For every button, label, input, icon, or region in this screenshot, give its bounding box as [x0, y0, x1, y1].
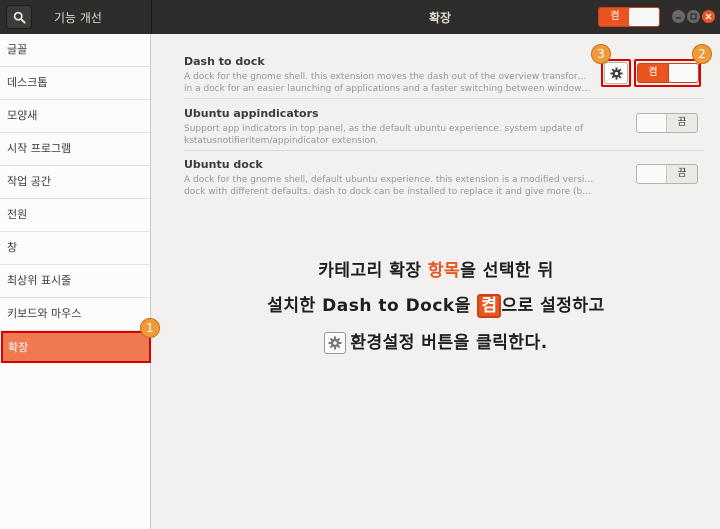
extension-description-line2: kstatusnotifieritem/appindicator extensi… [184, 136, 379, 146]
instruction-line-3: 환경설정 버튼을 클릭한다. [152, 328, 720, 354]
search-button[interactable] [6, 5, 32, 29]
extension-description-line2: in a dock for an easier launching of app… [184, 84, 594, 94]
master-switch-label: 켬 [610, 11, 620, 22]
switch-label: 끔 [677, 168, 687, 179]
extension-description-line2: dock with different defaults. dash to do… [184, 187, 594, 197]
titlebar: 기능 개선 확장 켬 [0, 0, 720, 34]
switch-knob [668, 64, 698, 82]
sidebar-item-power[interactable]: 전원 [0, 199, 150, 232]
row-divider [184, 150, 704, 151]
sidebar-item-top-bar[interactable]: 최상위 표시줄 [0, 265, 150, 298]
row-divider [184, 98, 704, 99]
extension-description-line1: A dock for the gnome shell, default ubun… [184, 175, 594, 185]
search-icon [13, 11, 26, 24]
titlebar-divider [151, 0, 152, 34]
extension-name: Ubuntu dock [184, 158, 263, 171]
extensions-master-switch[interactable]: 켬 [598, 7, 660, 27]
sidebar-item-startup-apps[interactable]: 시작 프로그램 [0, 133, 150, 166]
sidebar: 글꼴 데스크톱 모양새 시작 프로그램 작업 공간 전원 창 최상위 표시줄 키… [0, 34, 151, 529]
window-title: 확장 [428, 11, 452, 25]
switch-knob [637, 114, 667, 132]
extension-row-ubuntu-appindicators: Ubuntu appindicators Support app indicat… [184, 107, 704, 147]
extension-name: Ubuntu appindicators [184, 107, 319, 120]
caption-text: 으로 설정하고 [501, 296, 605, 316]
gear-icon [609, 66, 623, 80]
ubuntu-dock-switch[interactable]: 끔 [636, 164, 698, 184]
sidebar-item-appearance[interactable]: 모양새 [0, 100, 150, 133]
close-button[interactable] [702, 10, 715, 23]
caption-text: 환경설정 버튼을 클릭한다. [350, 333, 548, 353]
sidebar-item-workspaces[interactable]: 작업 공간 [0, 166, 150, 199]
switch-label: 켬 [648, 67, 658, 78]
extension-description-line1: A dock for the gnome shell. this extensi… [184, 72, 594, 82]
instruction-line-1: 카테고리 확장 항목을 선택한 뒤 [152, 256, 720, 281]
step-badge-3: 3 [591, 44, 611, 64]
extension-description-line1: Support app indicators in top panel, as … [184, 124, 584, 134]
caption-highlight: 항목 [427, 261, 461, 281]
minimize-icon [676, 17, 681, 19]
ubuntu-appindicators-switch[interactable]: 끔 [636, 113, 698, 133]
close-icon [705, 13, 712, 20]
caption-text: 설치한 Dash to Dock을 [267, 296, 478, 316]
sidebar-item-extensions[interactable]: 확장 [1, 331, 151, 363]
extensions-panel: Dash to dock A dock for the gnome shell.… [152, 34, 720, 529]
sidebar-item-desktop[interactable]: 데스크톱 [0, 67, 150, 100]
caption-text: 을 선택한 뒤 [460, 261, 554, 281]
caption-on-badge: 켬 [477, 294, 502, 318]
sidebar-item-keyboard-mouse[interactable]: 키보드와 마우스 [0, 298, 150, 331]
switch-knob [637, 165, 667, 183]
step-badge-2: 2 [692, 44, 712, 64]
sidebar-item-fonts[interactable]: 글꼴 [0, 34, 150, 67]
master-switch-knob [629, 8, 659, 26]
app-title: 기능 개선 [54, 11, 102, 25]
sidebar-item-windows[interactable]: 창 [0, 232, 150, 265]
maximize-icon [690, 13, 697, 20]
extension-row-ubuntu-dock: Ubuntu dock A dock for the gnome shell, … [184, 158, 704, 198]
gear-icon [324, 332, 347, 354]
maximize-button[interactable] [687, 10, 700, 23]
caption-text: 카테고리 확장 [318, 261, 428, 281]
instruction-line-2: 설치한 Dash to Dock을 켬 으로 설정하고 [152, 291, 720, 318]
switch-label: 끔 [677, 117, 687, 128]
minimize-button[interactable] [672, 10, 685, 23]
dash-to-dock-settings-button[interactable] [604, 62, 628, 84]
dash-to-dock-switch[interactable]: 켬 [637, 63, 699, 83]
